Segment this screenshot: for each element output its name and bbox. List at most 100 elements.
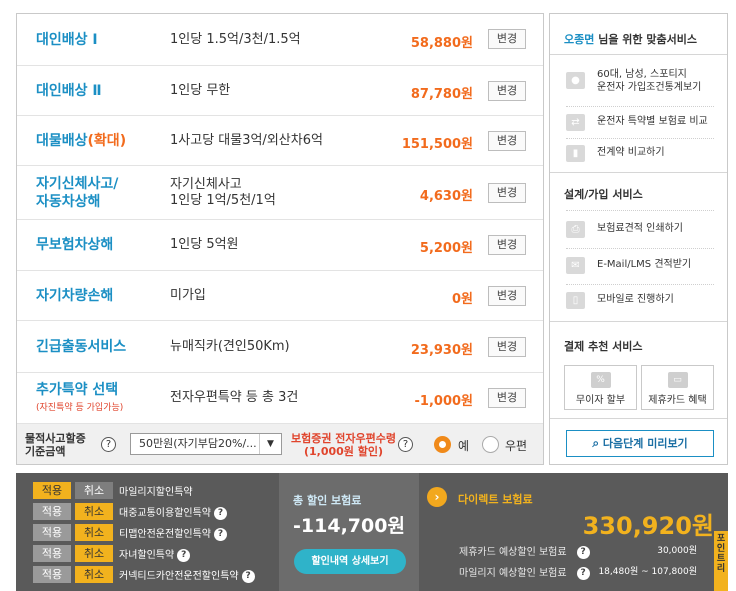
card-discount-row: 제휴카드 예상할인 보험료? 30,000원 [459, 543, 715, 559]
print-quote-link[interactable]: ⎙ 보험료견적 인쇄하기 [566, 221, 716, 239]
apply-button[interactable]: 적용 [33, 524, 71, 541]
coverage-row-property: 대물배상(확대) 1사고당 대물3억/외산차6억 151,500원 변경 [17, 116, 543, 166]
surcharge-select[interactable]: 50만원(자기부담20%/... ▼ [130, 433, 282, 455]
coverage-price: 58,880원 [410, 36, 473, 51]
compare-all-link[interactable]: ▮ 전계약 비교하기 [566, 145, 716, 163]
mobile-icon: ▯ [566, 292, 585, 309]
point-tab[interactable]: 포인트리 [714, 531, 728, 591]
coverage-price: 0원 [451, 292, 473, 307]
change-button[interactable]: 변경 [488, 337, 526, 357]
coverage-row-own-damage: 자기차량손해 미가입 0원 변경 [17, 271, 543, 321]
mileage-discount-value: 18,480원 ~ 107,800원 [598, 567, 697, 577]
coverage-row-uninsured: 무보험차상해 1인당 5억원 5,200원 변경 [17, 220, 543, 271]
coverage-row-bodily-2: 대인배상 Ⅱ 1인당 무한 87,780원 변경 [17, 66, 543, 116]
help-icon[interactable]: ? [214, 506, 227, 520]
discount-label: 자녀할인특약? [119, 546, 191, 562]
coverage-subnote: (자진특약 등 가입가능) [36, 403, 124, 413]
discount-label: 대중교통이용할인특약? [119, 504, 227, 520]
coverage-price: -1,000원 [414, 394, 473, 409]
discount-label: 커넥티드카안전운전할인특약? [119, 567, 255, 583]
coverage-name: 대인배상 Ⅱ [36, 83, 102, 99]
coverage-price: 23,930원 [410, 343, 473, 358]
change-button[interactable]: 변경 [488, 81, 526, 101]
change-button[interactable]: 변경 [488, 131, 526, 151]
mileage-discount-row: 마일리지 예상할인 보험료? 18,480원 ~ 107,800원 [459, 564, 715, 580]
credit-card-icon: ▭ [667, 372, 688, 388]
chevron-right-icon: › [427, 487, 447, 507]
cancel-button[interactable]: 취소 [75, 503, 113, 520]
coverage-price: 151,500원 [401, 137, 473, 152]
apply-button[interactable]: 적용 [33, 545, 71, 562]
profile-stats-link[interactable]: ● 60대, 남성, 스포티지 운전자 가입조건통계보기 [566, 67, 716, 97]
design-services-title: 설계/가입 서비스 [564, 188, 643, 201]
help-icon[interactable]: ? [177, 548, 191, 562]
coverage-row-emergency: 긴급출동서비스 뉴매직카(견인50Km) 23,930원 변경 [17, 321, 543, 373]
partner-card-button[interactable]: ▭ 제휴카드 혜택 [641, 365, 714, 410]
coverage-table: 대인배상 Ⅰ 1인당 1.5억/3천/1.5억 58,880원 변경 대인배상 … [16, 13, 544, 465]
email-quote-link[interactable]: ✉ E-Mail/LMS 견적받기 [566, 257, 716, 275]
change-button[interactable]: 변경 [488, 29, 526, 49]
radio-post[interactable] [482, 436, 499, 453]
apply-button[interactable]: 적용 [33, 482, 71, 499]
coverage-name-line2: 자동차상해 [36, 194, 101, 210]
help-icon[interactable]: ? [576, 566, 590, 580]
divider [566, 284, 714, 285]
compare-special-link[interactable]: ⇄ 운전자 특약별 보험료 비교 [566, 114, 716, 132]
radio-label-yes: 예 [458, 439, 470, 453]
total-discount-panel: 총 할인 보험료 -114,700원 할인내역 상세보기 [279, 473, 419, 591]
divider [550, 418, 727, 419]
radio-label-post: 우편 [505, 439, 528, 453]
change-button[interactable]: 변경 [488, 183, 526, 203]
change-button[interactable]: 변경 [488, 235, 526, 255]
direct-premium-value: 330,920원 [582, 512, 714, 540]
discount-detail-button[interactable]: 할인내역 상세보기 [294, 549, 406, 574]
total-discount-value: -114,700원 [293, 515, 405, 537]
coverage-row-bodily-1: 대인배상 Ⅰ 1인당 1.5억/3천/1.5억 58,880원 변경 [17, 14, 543, 66]
divider [566, 138, 714, 139]
change-button[interactable]: 변경 [488, 388, 526, 408]
car-compare-icon: ⇄ [566, 114, 585, 131]
help-icon[interactable]: ? [576, 545, 590, 559]
divider [566, 248, 714, 249]
radio-email-yes[interactable] [434, 436, 451, 453]
card-discount-value: 30,000원 [657, 546, 697, 556]
help-icon[interactable]: ? [241, 569, 255, 583]
cancel-button[interactable]: 취소 [75, 566, 113, 583]
coverage-desc: 1인당 5억원 [170, 237, 239, 252]
coverage-name: 무보험차상해 [36, 237, 114, 253]
next-step-preview-button[interactable]: ⌕ 다음단계 미리보기 [566, 430, 714, 457]
options-bar: 물적사고할증 기준금액 ? 50만원(자기부담20%/... ▼ 보험증권 전자… [17, 423, 543, 464]
coverage-desc: 자기신체사고 [170, 177, 242, 192]
envelope-icon: ✉ [566, 257, 585, 274]
coverage-desc: 미가입 [170, 288, 206, 303]
help-icon[interactable]: ? [398, 437, 413, 452]
email-certificate-label: 보험증권 전자우편수령 (1,000원 할인) [291, 432, 397, 458]
help-icon[interactable]: ? [101, 437, 116, 452]
divider [550, 54, 727, 55]
apply-button[interactable]: 적용 [33, 503, 71, 520]
coverage-desc: 뉴매직카(견인50Km) [170, 339, 290, 354]
change-button[interactable]: 변경 [488, 286, 526, 306]
cancel-button[interactable]: 취소 [75, 545, 113, 562]
mobile-continue-link[interactable]: ▯ 모바일로 진행하기 [566, 292, 716, 310]
property-surcharge-label: 물적사고할증 기준금액 [25, 432, 86, 458]
help-icon[interactable]: ? [214, 527, 227, 541]
magnifier-icon: ⌕ [592, 436, 600, 450]
cancel-button[interactable]: 취소 [75, 524, 113, 541]
apply-button[interactable]: 적용 [33, 566, 71, 583]
coverage-name: 자기신체사고/ [36, 176, 119, 192]
coverage-desc: 1사고당 대물3억/외산차6억 [170, 133, 323, 148]
custom-services-panel: 오종면 님을 위한 맞춤서비스 ● 60대, 남성, 스포티지 운전자 가입조건통… [549, 13, 728, 465]
coverage-name: 긴급출동서비스 [36, 339, 127, 355]
coverage-desc: 1인당 1.5억/3천/1.5억 [170, 32, 301, 47]
coverage-price: 4,630원 [419, 189, 473, 204]
percent-card-icon: % [590, 372, 611, 388]
direct-premium-label: 다이렉트 보험료 [458, 493, 533, 506]
premium-summary-bar: 적용 취소 마일리지할인특약 적용 취소 대중교통이용할인특약? 적용 취소 티… [16, 473, 728, 591]
cancel-button[interactable]: 취소 [75, 482, 113, 499]
coverage-name: 대물배상(확대) [36, 133, 127, 149]
coverage-name: 자기차량손해 [36, 288, 114, 304]
installment-button[interactable]: % 무이자 할부 [564, 365, 637, 410]
coverage-name: 추가특약 선택 [36, 382, 119, 398]
divider [566, 210, 714, 211]
